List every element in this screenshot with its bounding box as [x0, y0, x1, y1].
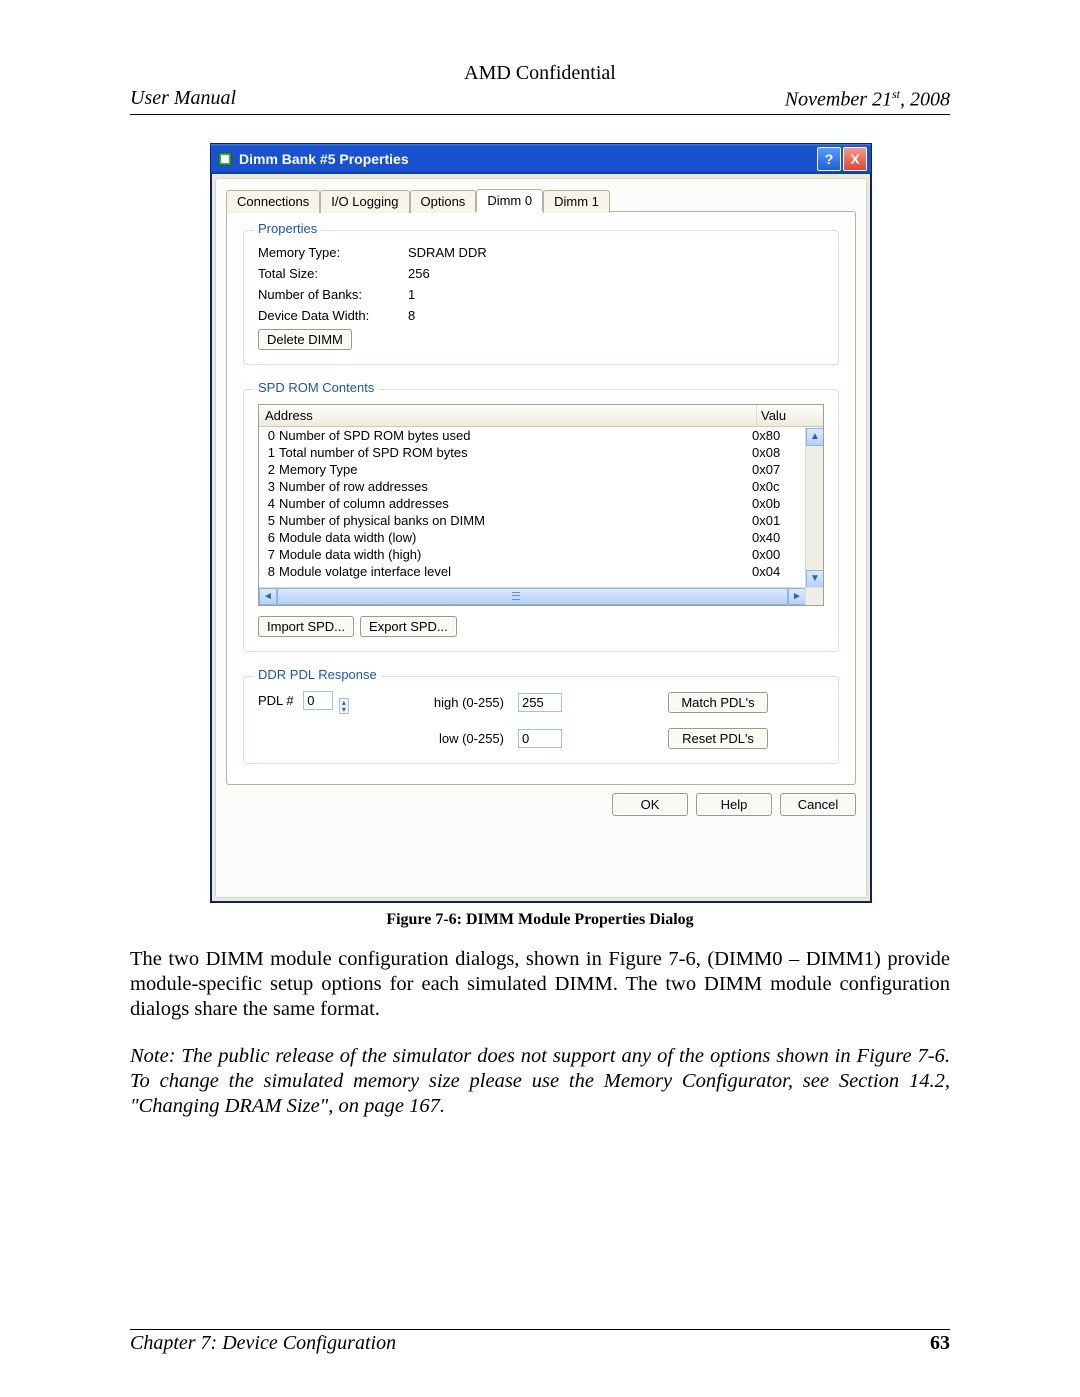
- header-right: November 21st, 2008: [785, 87, 950, 112]
- body-paragraph: The two DIMM module configuration dialog…: [130, 947, 950, 1022]
- close-button[interactable]: X: [843, 147, 867, 171]
- figure-caption: Figure 7-6: DIMM Module Properties Dialo…: [130, 911, 950, 929]
- table-row: 2Memory Type0x07: [259, 461, 806, 478]
- footer-left: Chapter 7: Device Configuration: [130, 1332, 396, 1355]
- tab-options[interactable]: Options: [410, 190, 477, 213]
- table-row: 6Module data width (low)0x40: [259, 529, 806, 546]
- scroll-left-icon[interactable]: ◄: [259, 588, 277, 605]
- table-row: 4Number of column addresses0x0b: [259, 495, 806, 512]
- pdl-response-group: DDR PDL Response PDL # ▴▾ high (0-255) M…: [243, 676, 839, 764]
- page-number: 63: [930, 1332, 950, 1355]
- num-banks-value: 1: [408, 287, 415, 302]
- tab-io-logging[interactable]: I/O Logging: [320, 190, 409, 213]
- table-row: 7Module data width (high)0x00: [259, 546, 806, 563]
- pdl-low-input[interactable]: [518, 729, 562, 748]
- horizontal-scrollbar[interactable]: ◄ ►: [259, 587, 806, 605]
- ok-button[interactable]: OK: [612, 793, 688, 816]
- scroll-down-icon[interactable]: ▼: [806, 570, 824, 588]
- export-spd-button[interactable]: Export SPD...: [360, 616, 457, 637]
- vertical-scrollbar[interactable]: ▲ ▼: [805, 428, 823, 588]
- app-icon: [217, 151, 233, 167]
- table-row: 1Total number of SPD ROM bytes0x08: [259, 444, 806, 461]
- scroll-up-icon[interactable]: ▲: [806, 428, 824, 446]
- properties-group: Properties Memory Type: SDRAM DDR Total …: [243, 230, 839, 365]
- table-row: 3Number of row addresses0x0c: [259, 478, 806, 495]
- memory-type-label: Memory Type:: [258, 245, 408, 260]
- table-row: 5Number of physical banks on DIMM0x01: [259, 512, 806, 529]
- total-size-label: Total Size:: [258, 266, 408, 281]
- match-pdl-button[interactable]: Match PDL's: [668, 692, 768, 713]
- dialog-title: Dimm Bank #5 Properties: [239, 151, 817, 167]
- table-row: 8Module volatge interface level0x04: [259, 563, 806, 580]
- pdl-high-input[interactable]: [518, 693, 562, 712]
- col-header-address[interactable]: Address: [259, 405, 757, 426]
- tab-strip: Connections I/O Logging Options Dimm 0 D…: [226, 189, 856, 212]
- table-row: 0Number of SPD ROM bytes used0x80: [259, 427, 806, 444]
- pdl-spinner[interactable]: ▴▾: [339, 698, 349, 714]
- titlebar: Dimm Bank #5 Properties ? X: [211, 144, 871, 174]
- tab-dimm1[interactable]: Dimm 1: [543, 190, 610, 213]
- chevron-up-down-icon: ▴▾: [340, 699, 348, 713]
- col-header-value[interactable]: Valu: [757, 405, 823, 426]
- import-spd-button[interactable]: Import SPD...: [258, 616, 354, 637]
- delete-dimm-button[interactable]: Delete DIMM: [258, 329, 352, 350]
- pdl-low-label: low (0-255): [368, 731, 508, 746]
- help-button[interactable]: ?: [817, 147, 841, 171]
- properties-legend: Properties: [254, 221, 321, 236]
- data-width-label: Device Data Width:: [258, 308, 408, 323]
- num-banks-label: Number of Banks:: [258, 287, 408, 302]
- cancel-button[interactable]: Cancel: [780, 793, 856, 816]
- note-paragraph: Note: The public release of the simulato…: [130, 1044, 950, 1119]
- data-width-value: 8: [408, 308, 415, 323]
- memory-type-value: SDRAM DDR: [408, 245, 487, 260]
- total-size-value: 256: [408, 266, 430, 281]
- dimm-properties-dialog: Dimm Bank #5 Properties ? X Connections …: [210, 143, 872, 903]
- pdl-num-input[interactable]: [303, 691, 333, 710]
- tab-connections[interactable]: Connections: [226, 190, 320, 213]
- spd-table[interactable]: Address Valu 0Number of SPD ROM bytes us…: [258, 404, 824, 606]
- help-button-bottom[interactable]: Help: [696, 793, 772, 816]
- pdl-high-label: high (0-255): [368, 695, 508, 710]
- pdl-num-label: PDL #: [258, 693, 294, 708]
- scroll-right-icon[interactable]: ►: [788, 588, 806, 605]
- spd-legend: SPD ROM Contents: [254, 380, 378, 395]
- tab-dimm0[interactable]: Dimm 0: [476, 189, 543, 212]
- pdl-legend: DDR PDL Response: [254, 667, 381, 682]
- spd-contents-group: SPD ROM Contents Address Valu 0Number of…: [243, 389, 839, 652]
- header-left: User Manual: [130, 87, 236, 112]
- reset-pdl-button[interactable]: Reset PDL's: [668, 728, 768, 749]
- confidential-banner: AMD Confidential: [130, 62, 950, 85]
